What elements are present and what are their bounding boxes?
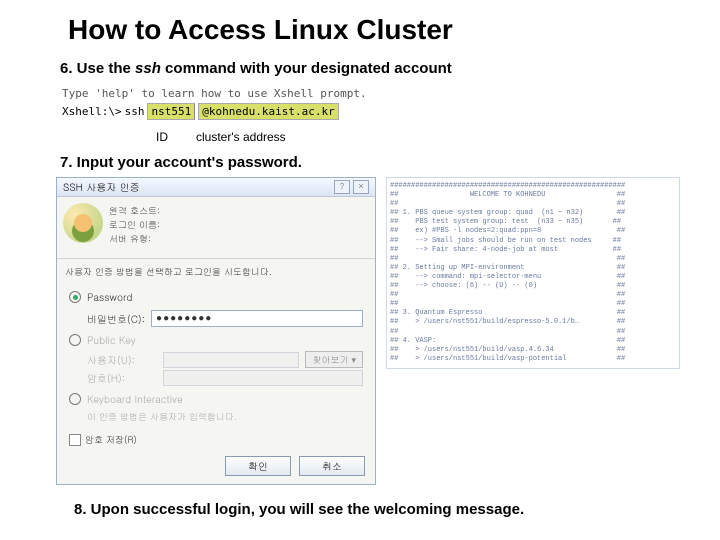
password-input[interactable]: ●●●●●●●● — [151, 310, 363, 327]
pubkey-pass-input — [163, 370, 363, 386]
step8: 8. Upon successful login, you will see t… — [74, 501, 680, 518]
dialog-message: 사용자 인증 방법을 선택하고 로그인을 시도합니다. — [57, 265, 375, 278]
radio-pubkey[interactable] — [69, 334, 81, 346]
step7: 7. Input your account's password. — [60, 154, 680, 171]
radio-password[interactable] — [69, 291, 81, 303]
cancel-button[interactable]: 취소 — [299, 456, 365, 476]
step6-suffix: command with your designated account — [161, 60, 452, 77]
step6-prefix: 6. Use the — [60, 60, 135, 77]
welcome-message-terminal: ########################################… — [386, 177, 680, 369]
radio-kbint[interactable] — [69, 393, 81, 405]
help-icon[interactable]: ? — [334, 180, 350, 194]
terminal-prompt: Xshell:\> — [62, 105, 122, 118]
close-icon[interactable]: × — [353, 180, 369, 194]
ssh-id-highlight: nst551 — [147, 103, 195, 120]
pubkey-pass-label: 암호(H): — [87, 371, 157, 385]
dialog-title: SSH 사용자 인증 — [63, 180, 140, 194]
user-avatar-icon — [63, 203, 103, 243]
remember-checkbox[interactable] — [69, 434, 81, 446]
ok-button[interactable]: 확인 — [225, 456, 291, 476]
login-name-label: 로그인 이름: — [109, 218, 160, 231]
pubkey-user-label: 사용자(U): — [87, 353, 157, 367]
terminal-help-line: Type 'help' to learn how to use Xshell p… — [56, 83, 680, 102]
step6-cmd: ssh — [135, 60, 161, 77]
remote-host-label: 원격 호스트: — [109, 204, 160, 217]
browse-button: 찾아보기 ▾ — [305, 351, 363, 368]
ssh-addr-highlight: @kohnedu.kaist.ac.kr — [198, 103, 338, 120]
annot-id: ID — [156, 130, 168, 144]
radio-pubkey-label: Public Key — [87, 333, 136, 347]
server-type-label: 서버 유형: — [109, 232, 151, 245]
kbint-message: 이 인증 방법은 사용자가 입력합니다. — [87, 410, 363, 423]
password-field-label: 비밀번호(C): — [87, 312, 145, 326]
terminal-ssh-cmd: ssh — [125, 105, 145, 118]
page-title: How to Access Linux Cluster — [68, 14, 680, 46]
pubkey-user-input — [163, 352, 299, 368]
step6: 6. Use the ssh command with your designa… — [60, 60, 680, 77]
radio-kbint-label: Keyboard Interactive — [87, 392, 183, 406]
annot-address: cluster's address — [196, 130, 286, 144]
radio-password-label: Password — [87, 290, 132, 304]
auth-dialog: SSH 사용자 인증 ? × 원격 호스트: 로그인 이름: 서버 유형: 사용… — [56, 177, 376, 485]
remember-label: 암호 저장(R) — [85, 433, 137, 446]
